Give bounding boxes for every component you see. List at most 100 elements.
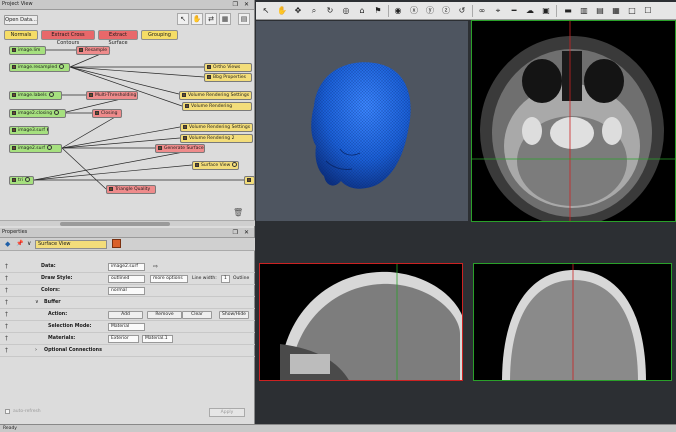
pin-icon[interactable]: †: [5, 323, 8, 330]
node-name-field[interactable]: Surface View: [35, 240, 107, 249]
materials-select-material1[interactable]: Material.1: [142, 335, 173, 343]
node-image-resampled[interactable]: image.resampled: [9, 63, 70, 72]
pin-icon[interactable]: †: [5, 347, 8, 354]
node-image2-closing[interactable]: image2.closing: [9, 109, 66, 118]
node-bbg-properties[interactable]: Bbg Properties: [204, 73, 252, 82]
line-width-field[interactable]: 1: [221, 275, 230, 283]
camera-icon[interactable]: ▣: [540, 5, 552, 17]
network-graph[interactable]: image.lim Resample image.resampled Ortho…: [0, 42, 255, 220]
view-all-icon[interactable]: ◉: [392, 5, 404, 17]
translate-icon[interactable]: ✥: [292, 5, 304, 17]
stereo-icon[interactable]: ∞: [476, 5, 488, 17]
pin-icon[interactable]: †: [5, 287, 8, 294]
node-volume-rendering-2[interactable]: Volume Rendering 2: [180, 134, 253, 143]
panel-controls[interactable]: ❐ ✕: [233, 0, 251, 9]
chevron-down-icon[interactable]: ∨: [35, 299, 39, 305]
prop-row-materials: † Materials: Exterior Material.1: [0, 334, 255, 345]
line-style-icon[interactable]: ━: [508, 5, 520, 17]
sagittal-slice-image: [280, 264, 462, 380]
scrollbar-thumb[interactable]: [60, 222, 170, 226]
pin-icon[interactable]: †: [5, 335, 8, 342]
view-x-icon[interactable]: ⓧ: [408, 5, 420, 17]
selection-mode-select[interactable]: Material: [108, 323, 145, 331]
clear-button[interactable]: Clear: [182, 311, 212, 319]
pin-icon[interactable]: †: [5, 263, 8, 270]
pin-icon[interactable]: †: [5, 275, 8, 282]
view-z-icon[interactable]: ⓩ: [440, 5, 452, 17]
prop-row-action: † Action: Add Remove Clear Show/Hide: [0, 310, 255, 321]
viewport-axial[interactable]: [471, 20, 676, 222]
layout-3-icon[interactable]: ▤: [594, 5, 606, 17]
layout-1-icon[interactable]: ▬: [562, 5, 574, 17]
chevron-down-icon[interactable]: ∨: [27, 240, 31, 247]
node-image3-surf[interactable]: image3.surf: [9, 126, 49, 135]
remove-button[interactable]: Remove: [147, 311, 182, 319]
show-hide-button[interactable]: Show/Hide: [219, 311, 249, 319]
module-type-icon: [112, 239, 121, 248]
chevron-right-icon[interactable]: ›: [35, 347, 37, 353]
properties-panel: Properties ❐ ✕ ◆ 📌 ∨ Surface View † Data…: [0, 228, 255, 432]
node-multi-thresholding[interactable]: Multi-Thresholding: [86, 91, 138, 100]
fullscreen-icon[interactable]: ☐: [642, 5, 654, 17]
connect-tool-icon[interactable]: ⇄: [205, 13, 217, 25]
node-image2-surf[interactable]: image2.surf: [9, 144, 62, 153]
seek-icon[interactable]: ◎: [340, 5, 352, 17]
jump-to-source-icon[interactable]: ⇨: [153, 263, 158, 270]
panel-toggle-icon[interactable]: ▤: [238, 13, 250, 25]
hand-tool-icon[interactable]: ✋: [191, 13, 203, 25]
more-options-select[interactable]: more options: [150, 275, 188, 283]
node-ortho-views[interactable]: Ortho Views: [204, 63, 252, 72]
colors-select[interactable]: normal: [108, 287, 145, 295]
add-button[interactable]: Add: [108, 311, 143, 319]
pointer-icon[interactable]: ↖: [260, 5, 272, 17]
node-volume-rendering[interactable]: Volume Rendering: [182, 102, 252, 111]
node-surface-view[interactable]: Surface View: [192, 161, 239, 170]
materials-select-exterior[interactable]: Exterior: [108, 335, 139, 343]
hand-icon[interactable]: ✋: [276, 5, 288, 17]
viewport-sagittal[interactable]: [259, 263, 463, 381]
pointer-tool-icon[interactable]: ↖: [177, 13, 189, 25]
node-generate-surface[interactable]: Generate Surface: [155, 144, 205, 153]
zoom-icon[interactable]: ⌕: [308, 5, 320, 17]
measure-icon[interactable]: ⌖: [492, 5, 504, 17]
node-image-lim[interactable]: image.lim: [9, 46, 46, 55]
category-extract-surface-button[interactable]: Extract Surface: [98, 30, 138, 46]
pin-icon[interactable]: †: [5, 299, 8, 306]
pin-icon[interactable]: †: [5, 311, 8, 318]
node-closing[interactable]: Closing: [92, 109, 122, 118]
toolbar-separator: [556, 5, 557, 17]
rotate-icon[interactable]: ↻: [324, 5, 336, 17]
graph-horizontal-scrollbar[interactable]: [0, 220, 255, 226]
node-image-labels[interactable]: image.labels: [9, 91, 62, 100]
category-extract-cross-contours-button[interactable]: Extract Cross Contours: [41, 30, 95, 46]
layout-4-icon[interactable]: ▦: [610, 5, 622, 17]
layout-tool-icon[interactable]: ▦: [219, 13, 231, 25]
optional-connections-label: Optional Connections: [44, 348, 102, 353]
skull-surface-render: [311, 62, 411, 189]
viewport-3d[interactable]: [256, 21, 468, 221]
open-data-button[interactable]: Open Data...: [4, 15, 38, 25]
category-grouping-button[interactable]: Grouping: [141, 30, 178, 40]
node-volume-rendering-settings[interactable]: Volume Rendering Settings: [179, 91, 252, 100]
viewport-coronal[interactable]: [473, 263, 672, 381]
pin-icon[interactable]: 📌: [16, 240, 23, 247]
data-select[interactable]: image2.surf: [108, 263, 145, 271]
panel-controls[interactable]: ❐ ✕: [233, 228, 251, 237]
node-resample[interactable]: Resample: [76, 46, 110, 55]
home-icon[interactable]: ⌂: [356, 5, 368, 17]
fog-icon[interactable]: ☁: [524, 5, 536, 17]
rotate-view-icon[interactable]: ↺: [456, 5, 468, 17]
node-volume-rendering-settings-2[interactable]: Volume Rendering Settings: [180, 123, 253, 132]
node-offscreen[interactable]: [244, 176, 255, 185]
apply-button[interactable]: Apply: [209, 408, 245, 417]
auto-refresh-checkbox[interactable]: [5, 409, 10, 414]
trash-icon[interactable]: 🗑: [233, 209, 243, 217]
view-y-icon[interactable]: ⓨ: [424, 5, 436, 17]
node-tri[interactable]: tri: [9, 176, 34, 185]
set-home-icon[interactable]: ⚑: [372, 5, 384, 17]
category-normals-button[interactable]: Normals: [4, 30, 38, 40]
node-triangle-quality[interactable]: Triangle Quality: [106, 185, 156, 194]
draw-style-select[interactable]: outlined: [108, 275, 145, 283]
single-view-icon[interactable]: □: [626, 5, 638, 17]
layout-2-icon[interactable]: ▥: [578, 5, 590, 17]
